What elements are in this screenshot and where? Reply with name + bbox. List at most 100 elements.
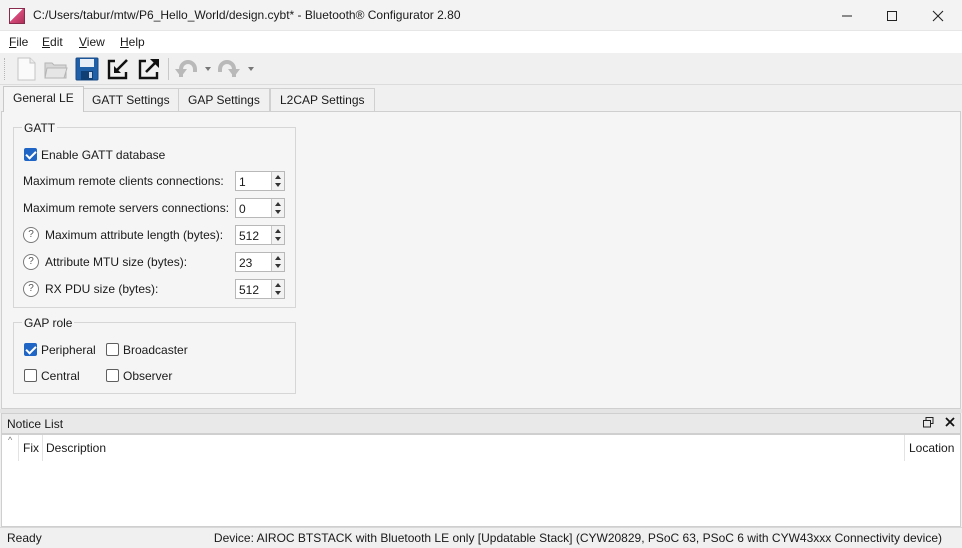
- column-separator[interactable]: [904, 435, 905, 461]
- spin-up-icon[interactable]: [275, 202, 281, 206]
- notice-list-title: Notice List: [7, 417, 64, 431]
- menu-file[interactable]: File: [9, 35, 28, 49]
- minimize-button[interactable]: [824, 0, 870, 31]
- max-attr-length-value[interactable]: 512: [239, 229, 259, 243]
- rx-pdu-stepper[interactable]: [271, 280, 284, 298]
- notice-list-table: ^ Fix Description Location: [1, 434, 961, 527]
- spin-down-icon[interactable]: [275, 237, 281, 241]
- spin-down-icon[interactable]: [275, 210, 281, 214]
- max-servers-spinbox[interactable]: 0: [235, 198, 285, 218]
- undock-button[interactable]: [921, 417, 935, 431]
- undo-dropdown-icon[interactable]: [205, 67, 211, 71]
- max-clients-value[interactable]: 1: [239, 175, 246, 189]
- tab-bar: General LE GATT Settings GAP Settings L2…: [0, 86, 962, 112]
- gatt-group: GATT Enable GATT database Maximum remote…: [13, 121, 296, 308]
- spin-up-icon[interactable]: [275, 256, 281, 260]
- tab-gatt-settings[interactable]: GATT Settings: [82, 88, 180, 111]
- max-clients-spinbox[interactable]: 1: [235, 171, 285, 191]
- column-separator[interactable]: [18, 435, 19, 461]
- toolbar-separator: [168, 58, 169, 80]
- spin-down-icon[interactable]: [275, 291, 281, 295]
- max-attr-length-spinbox[interactable]: 512: [235, 225, 285, 245]
- import-button[interactable]: [104, 55, 132, 83]
- enable-gatt-label[interactable]: Enable GATT database: [41, 148, 165, 162]
- title-bar: C:/Users/tabur/mtw/P6_Hello_World/design…: [0, 0, 962, 31]
- attr-mtu-label: Attribute MTU size (bytes):: [45, 255, 188, 269]
- close-notice-button[interactable]: [943, 417, 957, 431]
- spin-down-icon[interactable]: [275, 264, 281, 268]
- observer-label[interactable]: Observer: [123, 369, 172, 383]
- tab-gap-settings[interactable]: GAP Settings: [178, 88, 270, 111]
- notice-list-header: Notice List: [1, 413, 961, 434]
- spin-up-icon[interactable]: [275, 175, 281, 179]
- help-icon[interactable]: ?: [23, 254, 39, 270]
- gap-role-group-title: GAP role: [22, 316, 75, 330]
- peripheral-label[interactable]: Peripheral: [41, 343, 96, 357]
- minimize-icon: [842, 15, 852, 16]
- toolbar: [0, 53, 962, 85]
- general-le-panel: GATT Enable GATT database Maximum remote…: [1, 111, 961, 409]
- undo-button[interactable]: [172, 55, 200, 83]
- broadcaster-label[interactable]: Broadcaster: [123, 343, 188, 357]
- central-checkbox[interactable]: [24, 369, 37, 382]
- column-fix[interactable]: Fix: [23, 441, 39, 455]
- attr-mtu-value[interactable]: 23: [239, 256, 252, 270]
- spin-up-icon[interactable]: [275, 283, 281, 287]
- attr-mtu-spinbox[interactable]: 23: [235, 252, 285, 272]
- menu-view[interactable]: View: [79, 35, 105, 49]
- status-bar: Ready Device: AIROC BTSTACK with Bluetoo…: [0, 527, 962, 548]
- max-servers-stepper[interactable]: [271, 199, 284, 217]
- new-button[interactable]: [12, 55, 40, 83]
- menu-help[interactable]: Help: [120, 35, 145, 49]
- broadcaster-checkbox[interactable]: [106, 343, 119, 356]
- window-title: C:/Users/tabur/mtw/P6_Hello_World/design…: [33, 8, 461, 22]
- device-status: Device: AIROC BTSTACK with Bluetooth LE …: [213, 531, 942, 545]
- save-button[interactable]: [73, 55, 101, 83]
- column-description[interactable]: Description: [46, 441, 106, 455]
- redo-dropdown-icon[interactable]: [248, 67, 254, 71]
- menu-edit[interactable]: Edit: [42, 35, 63, 49]
- menu-bar: File Edit View Help: [0, 31, 962, 53]
- max-attr-length-stepper[interactable]: [271, 226, 284, 244]
- observer-checkbox[interactable]: [106, 369, 119, 382]
- max-clients-stepper[interactable]: [271, 172, 284, 190]
- close-icon: [932, 10, 944, 21]
- help-icon[interactable]: ?: [23, 227, 39, 243]
- export-icon: [138, 59, 159, 80]
- rx-pdu-value[interactable]: 512: [239, 283, 259, 297]
- save-icon: [75, 57, 99, 81]
- max-clients-label: Maximum remote clients connections:: [23, 174, 224, 188]
- new-file-icon: [17, 57, 36, 81]
- max-servers-label: Maximum remote servers connections:: [23, 201, 230, 215]
- enable-gatt-checkbox[interactable]: [24, 148, 37, 161]
- column-location[interactable]: Location: [909, 441, 954, 455]
- spin-up-icon[interactable]: [275, 229, 281, 233]
- redo-button[interactable]: [215, 55, 243, 83]
- gap-role-group: GAP role Peripheral Broadcaster Central …: [13, 316, 296, 394]
- gatt-group-title: GATT: [22, 121, 58, 135]
- status-text: Ready: [7, 531, 42, 545]
- maximize-button[interactable]: [869, 0, 915, 31]
- close-window-button[interactable]: [915, 0, 961, 31]
- spin-down-icon[interactable]: [275, 183, 281, 187]
- central-label[interactable]: Central: [41, 369, 80, 383]
- tab-l2cap-settings[interactable]: L2CAP Settings: [270, 88, 375, 111]
- redo-icon: [218, 60, 240, 77]
- help-icon[interactable]: ?: [23, 281, 39, 297]
- tab-general-le[interactable]: General LE: [3, 86, 84, 112]
- maximize-icon: [887, 10, 897, 21]
- undock-icon: [922, 417, 933, 428]
- column-separator[interactable]: [42, 435, 43, 461]
- max-servers-value[interactable]: 0: [239, 202, 246, 216]
- close-icon: [945, 417, 955, 427]
- toolbar-grip[interactable]: [4, 58, 7, 80]
- attr-mtu-stepper[interactable]: [271, 253, 284, 271]
- configurator-app-icon: [9, 8, 25, 24]
- export-button[interactable]: [135, 55, 163, 83]
- open-button[interactable]: [42, 55, 70, 83]
- sort-up-icon[interactable]: ^: [8, 435, 12, 445]
- undo-icon: [175, 60, 197, 77]
- import-icon: [107, 59, 128, 80]
- rx-pdu-spinbox[interactable]: 512: [235, 279, 285, 299]
- peripheral-checkbox[interactable]: [24, 343, 37, 356]
